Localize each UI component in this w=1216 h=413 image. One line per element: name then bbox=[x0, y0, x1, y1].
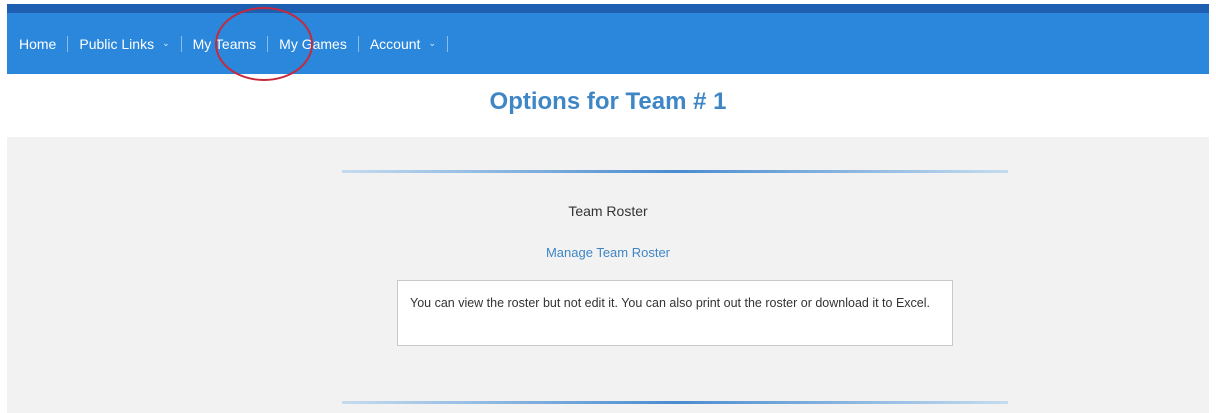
nav-item-account[interactable]: Account ⌄ bbox=[370, 13, 436, 74]
manage-team-roster-link[interactable]: Manage Team Roster bbox=[7, 245, 1209, 260]
section-divider bbox=[342, 401, 1008, 404]
description-text: You can view the roster but not edit it.… bbox=[410, 296, 930, 310]
nav-item-my-games[interactable]: My Games bbox=[279, 13, 347, 74]
nav-item-public-links-label: Public Links bbox=[79, 35, 155, 52]
nav-item-home[interactable]: Home bbox=[19, 13, 56, 74]
nav-separator bbox=[180, 35, 182, 52]
page-title: Options for Team # 1 bbox=[489, 88, 727, 115]
chevron-down-icon: ⌄ bbox=[428, 38, 436, 48]
chevron-down-icon: ⌄ bbox=[162, 38, 170, 48]
top-nav-bar: Home Public Links ⌄ My Teams My Games Ac… bbox=[7, 4, 1209, 74]
nav-item-my-teams-label: My Teams bbox=[192, 35, 257, 52]
nav-separator bbox=[67, 35, 69, 52]
content-area: Team Roster Manage Team Roster You can v… bbox=[7, 137, 1209, 413]
section-divider bbox=[342, 170, 1008, 173]
nav-item-home-label: Home bbox=[19, 35, 57, 52]
nav-item-my-teams[interactable]: My Teams bbox=[193, 13, 257, 74]
nav-separator bbox=[446, 35, 448, 52]
nav-separator bbox=[267, 35, 269, 52]
section-heading-team-roster: Team Roster bbox=[568, 203, 648, 219]
nav-item-account-label: Account bbox=[369, 35, 421, 52]
description-box: You can view the roster but not edit it.… bbox=[397, 280, 953, 346]
nav-items: Home Public Links ⌄ My Teams My Games Ac… bbox=[7, 13, 459, 74]
nav-item-public-links[interactable]: Public Links ⌄ bbox=[79, 13, 169, 74]
page: Home Public Links ⌄ My Teams My Games Ac… bbox=[0, 0, 1216, 413]
nav-separator bbox=[357, 35, 359, 52]
nav-item-my-games-label: My Games bbox=[279, 35, 347, 52]
